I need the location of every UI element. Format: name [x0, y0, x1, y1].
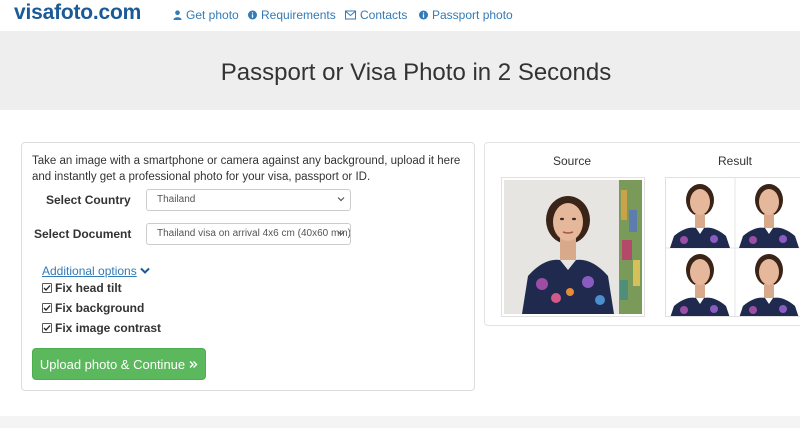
chevron-down-icon: [337, 197, 345, 202]
hero-banner: Passport or Visa Photo in 2 Seconds: [0, 31, 800, 110]
page-title-text: Passport or Visa Photo in 2 Seconds: [220, 59, 612, 86]
preview-panel: Source Result: [484, 142, 800, 326]
checkmark-icon: [43, 285, 51, 291]
nav-contacts-label: Contacts: [360, 8, 408, 22]
source-photo: [501, 177, 645, 317]
source-label: Source: [553, 154, 592, 168]
result-label: Result: [718, 154, 753, 168]
country-select-value: Thailand: [157, 194, 196, 205]
country-label: Select Country: [46, 193, 131, 207]
nav-get-photo-label: Get photo: [186, 8, 239, 22]
footer-band: [0, 416, 800, 428]
fix-head-tilt-option[interactable]: Fix head tilt: [42, 281, 122, 295]
additional-options-label: Additional options: [42, 264, 137, 278]
fix-head-tilt-label: Fix head tilt: [55, 281, 122, 295]
fix-image-contrast-checkbox[interactable]: [42, 323, 52, 333]
fix-background-checkbox[interactable]: [42, 303, 52, 313]
nav-passport-photo-label: Passport photo: [432, 8, 513, 22]
nav-get-photo[interactable]: Get photo: [173, 8, 239, 22]
result-photo-grid: [665, 177, 800, 317]
double-chevron-right-icon: [189, 360, 198, 368]
upload-continue-button[interactable]: Upload photo & Continue: [32, 348, 206, 380]
country-select[interactable]: Thailand: [146, 189, 351, 211]
document-select-value: Thailand visa on arrival 4x6 cm (40x60 m…: [157, 228, 351, 239]
site-logo[interactable]: visafoto.com: [14, 1, 141, 25]
page-title: Passport or Visa Photo in 2 Seconds: [0, 59, 800, 87]
fix-image-contrast-option[interactable]: Fix image contrast: [42, 321, 161, 335]
chevron-down-icon: [140, 267, 150, 274]
checkmark-icon: [43, 325, 51, 331]
top-navbar: visafoto.com Get photo Requirements Cont…: [0, 0, 800, 31]
info-icon: [419, 10, 428, 20]
nav-requirements-label: Requirements: [261, 8, 336, 22]
document-label: Select Document: [34, 227, 132, 241]
nav-contacts[interactable]: Contacts: [345, 8, 407, 22]
fix-background-option[interactable]: Fix background: [42, 301, 144, 315]
source-portrait-image: [504, 180, 642, 314]
result-portraits-image: [666, 178, 800, 316]
info-icon: [248, 10, 257, 20]
document-select[interactable]: Thailand visa on arrival 4x6 cm (40x60 m…: [146, 223, 351, 245]
nav-passport-photo[interactable]: Passport photo: [419, 8, 513, 22]
user-icon: [173, 10, 182, 20]
upload-form-panel: Take an image with a smartphone or camer…: [21, 142, 475, 391]
intro-text: Take an image with a smartphone or camer…: [32, 155, 461, 183]
additional-options-toggle[interactable]: Additional options: [42, 264, 150, 278]
upload-button-label: Upload photo & Continue: [39, 356, 186, 372]
fix-image-contrast-label: Fix image contrast: [55, 321, 162, 335]
chevron-down-icon: [337, 231, 345, 236]
envelope-icon: [345, 10, 356, 20]
fix-head-tilt-checkbox[interactable]: [42, 283, 52, 293]
checkmark-icon: [43, 305, 51, 311]
nav-requirements[interactable]: Requirements: [248, 8, 336, 22]
fix-background-label: Fix background: [55, 301, 145, 315]
